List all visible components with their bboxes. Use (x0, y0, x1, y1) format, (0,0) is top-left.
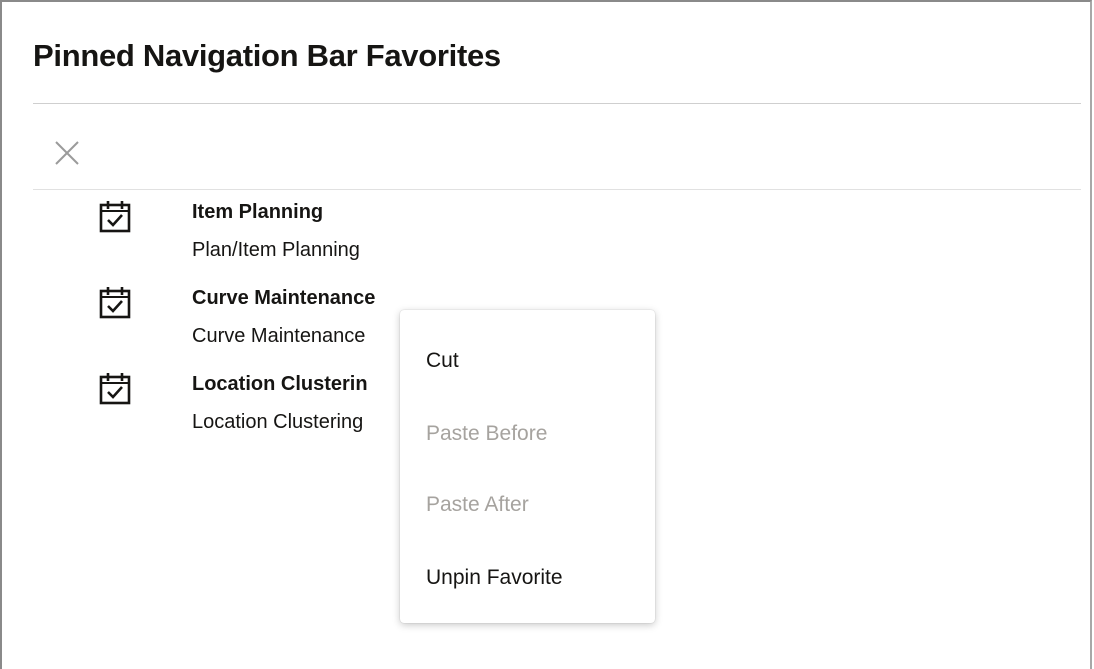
favorite-name: Item Planning (192, 201, 324, 223)
favorite-path: Plan/Item Planning (192, 239, 360, 261)
calendar-check-icon (99, 287, 131, 319)
list-item[interactable]: Item Planning Plan/Item Planning (2, 192, 602, 274)
menu-item-paste-before[interactable]: Paste Before (400, 410, 655, 458)
calendar-check-icon (99, 373, 131, 405)
context-menu: Cut Paste Before Paste After Unpin Favor… (400, 310, 655, 623)
favorites-dialog: Pinned Navigation Bar Favorites Item Pla… (0, 0, 1092, 669)
close-button[interactable] (50, 136, 84, 170)
favorite-name: Curve Maintenance (192, 287, 376, 309)
toolbar-divider (33, 189, 1081, 190)
favorite-path: Location Clustering (192, 411, 364, 433)
close-icon (55, 141, 79, 165)
menu-item-paste-after[interactable]: Paste After (400, 481, 655, 529)
favorite-path: Curve Maintenance (192, 325, 366, 347)
favorite-name: Location Clusterin (192, 373, 368, 395)
menu-item-cut[interactable]: Cut (400, 337, 655, 385)
page-title: Pinned Navigation Bar Favorites (33, 38, 501, 73)
title-divider (33, 103, 1081, 104)
calendar-check-icon (99, 201, 131, 233)
menu-item-unpin-favorite[interactable]: Unpin Favorite (400, 554, 655, 602)
